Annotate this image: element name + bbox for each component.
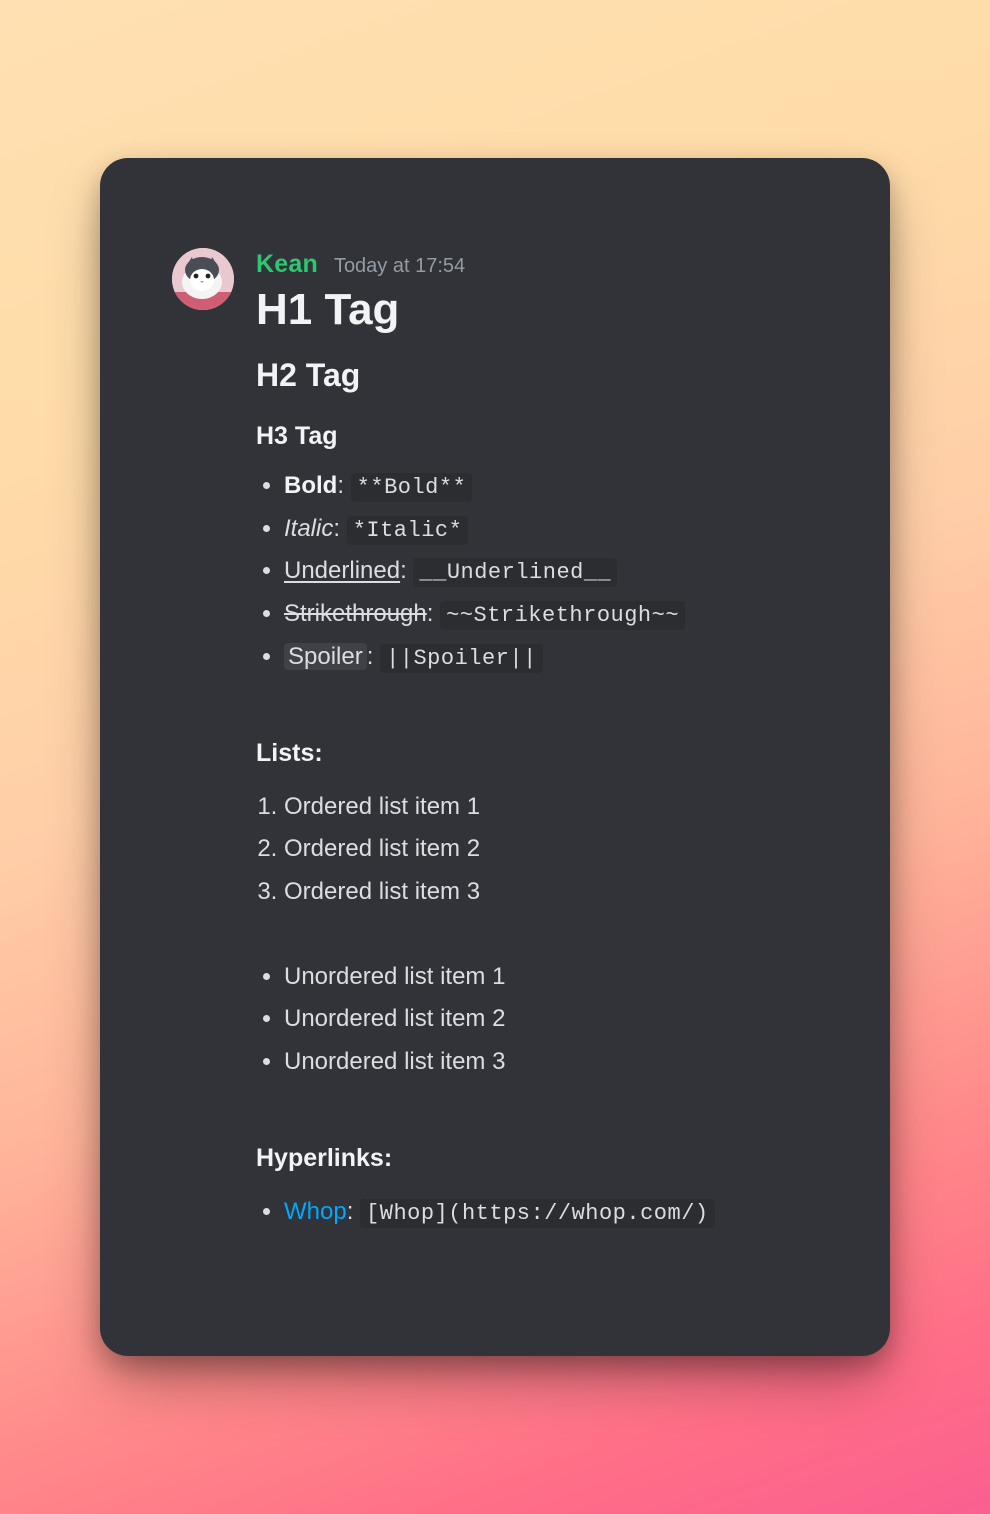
unordered-item-1: Unordered list item 1 [284, 956, 812, 999]
unordered-item-3: Unordered list item 3 [284, 1041, 812, 1084]
author-name[interactable]: Kean [256, 250, 318, 279]
hyperlinks-heading: Hyperlinks: [256, 1144, 812, 1173]
avatar-image [172, 248, 234, 310]
formatting-code: ~~Strikethrough~~ [440, 601, 685, 630]
ordered-item-1: Ordered list item 1 [284, 786, 812, 829]
discord-message-card: Kean Today at 17:54 H1 Tag H2 Tag H3 Tag… [100, 158, 890, 1356]
hyperlink-code: [Whop](https://whop.com/) [360, 1199, 715, 1228]
formatting-display: Italic [284, 515, 333, 542]
hyperlink-list: Whop: [Whop](https://whop.com/) [256, 1191, 812, 1234]
formatting-item-strike: Strikethrough: ~~Strikethrough~~ [284, 593, 812, 636]
formatting-code: __Underlined__ [413, 558, 617, 587]
formatting-display: Strikethrough [284, 600, 427, 627]
formatting-list: Bold: **Bold**Italic: *Italic*Underlined… [256, 465, 812, 679]
formatting-code: ||Spoiler|| [380, 644, 543, 673]
message-meta: Kean Today at 17:54 [256, 250, 812, 279]
unordered-item-2: Unordered list item 2 [284, 998, 812, 1041]
heading-3: H3 Tag [256, 422, 812, 451]
separator: : [337, 472, 350, 499]
formatting-item-underline: Underlined: __Underlined__ [284, 550, 812, 593]
separator: : [427, 600, 440, 627]
formatting-display: Bold [284, 472, 337, 499]
hyperlink-sep: : [347, 1198, 360, 1225]
formatting-display: Spoiler [284, 643, 367, 670]
separator: : [333, 515, 346, 542]
ordered-list: Ordered list item 1Ordered list item 2Or… [256, 786, 812, 914]
message-body: Kean Today at 17:54 H1 Tag H2 Tag H3 Tag… [256, 248, 812, 1234]
formatting-item-spoiler: Spoiler: ||Spoiler|| [284, 636, 812, 679]
separator: : [400, 557, 413, 584]
lists-heading: Lists: [256, 739, 812, 768]
message: Kean Today at 17:54 H1 Tag H2 Tag H3 Tag… [172, 248, 812, 1234]
heading-2: H2 Tag [256, 357, 812, 394]
formatting-item-bold: Bold: **Bold** [284, 465, 812, 508]
formatting-item-italic: Italic: *Italic* [284, 508, 812, 551]
avatar[interactable] [172, 248, 234, 310]
ordered-item-3: Ordered list item 3 [284, 871, 812, 914]
ordered-item-2: Ordered list item 2 [284, 828, 812, 871]
separator: : [367, 643, 380, 670]
hyperlink[interactable]: Whop [284, 1198, 347, 1225]
formatting-code: *Italic* [347, 516, 469, 545]
timestamp: Today at 17:54 [334, 255, 465, 278]
heading-1: H1 Tag [256, 285, 812, 335]
formatting-display: Underlined [284, 557, 400, 584]
hyperlink-item: Whop: [Whop](https://whop.com/) [284, 1191, 812, 1234]
unordered-list: Unordered list item 1Unordered list item… [256, 956, 812, 1084]
formatting-code: **Bold** [351, 473, 473, 502]
